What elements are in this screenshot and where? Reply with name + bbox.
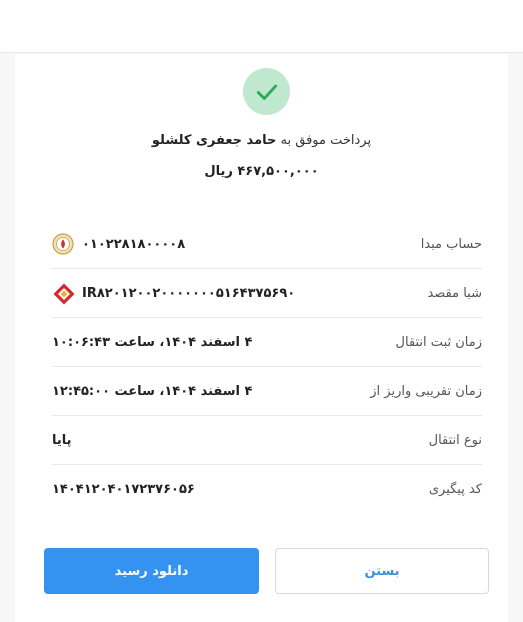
receipt-card: پرداخت موفق به حامد جعفری کلشلو ۴۶۷,۵۰۰,…	[15, 54, 508, 622]
recipient-name: حامد جعفری کلشلو	[151, 133, 277, 148]
detail-row-destination-sheba: IR۸۲۰۱۲۰۰۲۰۰۰۰۰۰۰۵۱۶۴۳۷۵۶۹۰ شبا مقصد	[52, 269, 482, 318]
detail-row-transfer-time: ۴ اسفند ۱۴۰۴، ساعت ۱۰:۰۶:۴۳ زمان ثبت انت…	[52, 318, 482, 367]
close-button[interactable]: بستن	[275, 548, 489, 594]
payment-success-title: پرداخت موفق به حامد جعفری کلشلو	[15, 133, 508, 155]
bank-mellat-logo-icon	[52, 282, 75, 305]
detail-value: ۱۴۰۴۱۲۰۴۰۱۷۲۳۷۶۰۵۶	[52, 482, 195, 497]
detail-label: نوع انتقال	[428, 432, 482, 448]
detail-label: کد پیگیری	[428, 482, 482, 497]
detail-value: ۰۱۰۲۲۸۱۸۰۰۰۰۸	[82, 236, 186, 252]
detail-row-deposit-time: ۴ اسفند ۱۴۰۴، ساعت ۱۲:۴۵:۰۰ زمان تقریبی …	[52, 367, 482, 416]
detail-value: IR۸۲۰۱۲۰۰۲۰۰۰۰۰۰۰۵۱۶۴۳۷۵۶۹۰	[82, 285, 296, 301]
detail-row-source-account: ۰۱۰۲۲۸۱۸۰۰۰۰۸ حساب مبدا	[52, 220, 482, 269]
payment-amount: ۴۶۷,۵۰۰,۰۰۰ ریال	[204, 164, 319, 179]
detail-label: زمان تقریبی واریز از	[370, 383, 482, 399]
detail-value: ۴ اسفند ۱۴۰۴، ساعت ۱۲:۴۵:۰۰	[52, 383, 253, 399]
detail-label: حساب مبدا	[420, 236, 482, 252]
success-check-icon	[243, 68, 290, 115]
bank-melli-logo-icon	[52, 233, 74, 255]
detail-value: ۴ اسفند ۱۴۰۴، ساعت ۱۰:۰۶:۴۳	[52, 334, 253, 350]
detail-label: زمان ثبت انتقال	[395, 334, 482, 350]
detail-row-tracking-code: ۱۴۰۴۱۲۰۴۰۱۷۲۳۷۶۰۵۶ کد پیگیری	[52, 465, 482, 514]
details-list: ۰۱۰۲۲۸۱۸۰۰۰۰۸ حساب مبدا IR۸۲۰۱۲۰۰۲۰۰۰۰۰۰…	[52, 220, 482, 514]
payment-prefix: پرداخت موفق به	[280, 133, 372, 148]
detail-row-transfer-type: پایا نوع انتقال	[52, 416, 482, 465]
detail-label: شبا مقصد	[427, 285, 482, 301]
detail-value: پایا	[52, 432, 72, 448]
download-receipt-button[interactable]: دانلود رسید	[44, 548, 259, 594]
top-bar	[0, 0, 523, 53]
